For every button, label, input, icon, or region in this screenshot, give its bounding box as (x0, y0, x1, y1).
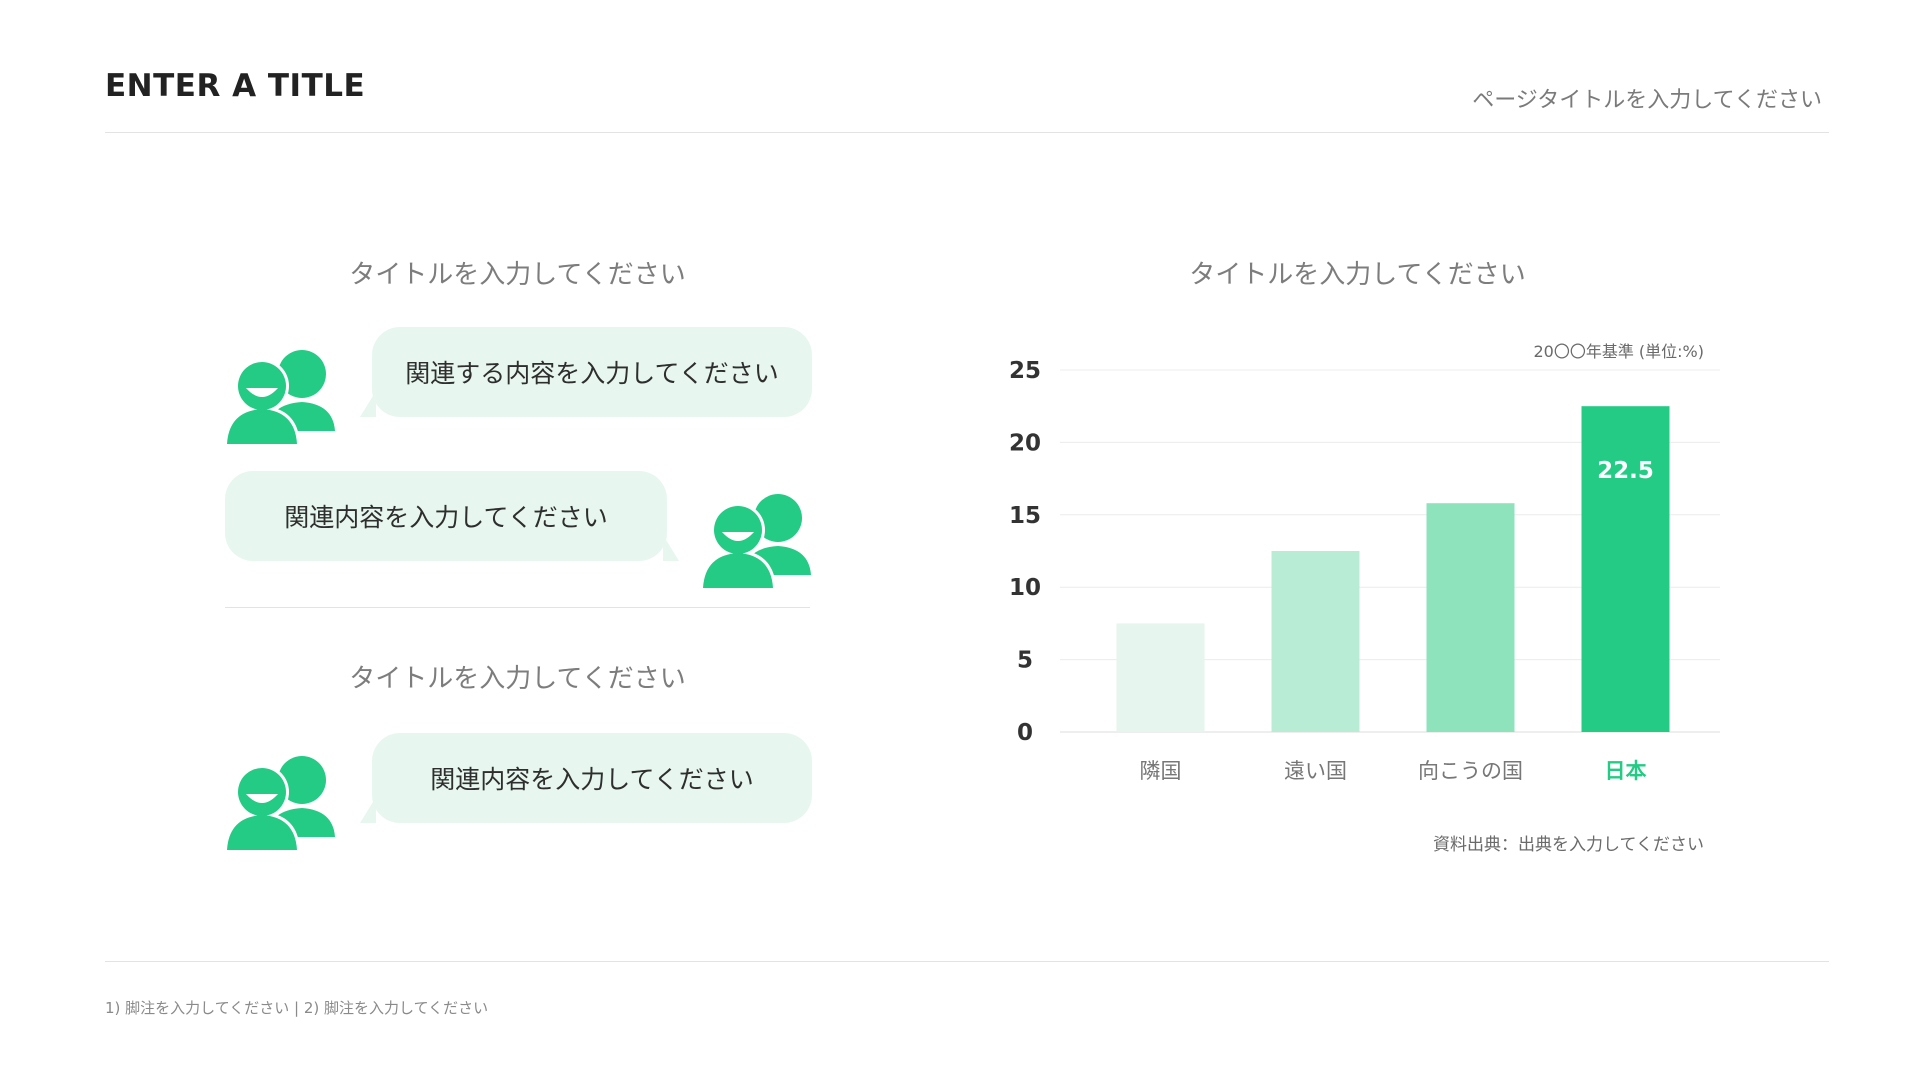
y-tick-label: 20 (1009, 430, 1041, 456)
page-subtitle: ページタイトルを入力してください (1472, 88, 1822, 113)
section-title-message: タイトルを入力してください (349, 664, 686, 694)
x-tick-label: 向こうの国 (1418, 759, 1523, 783)
chart-title: タイトルを入力してください (1189, 260, 1526, 290)
bar (1426, 503, 1515, 732)
y-tick-label: 25 (1009, 358, 1041, 384)
x-tick-label: 日本 (1605, 759, 1647, 783)
message-bubble: 関連内容を入力してください (360, 733, 812, 823)
footnote: 1) 脚注を入力してください | 2) 脚注を入力してください (105, 999, 489, 1017)
y-tick-label: 15 (1009, 503, 1041, 529)
section-title-conversation: タイトルを入力してください (349, 260, 686, 290)
message-bubble: 関連する内容を入力してください (360, 327, 812, 417)
x-tick-label: 隣国 (1140, 759, 1182, 783)
y-tick-label: 10 (1009, 575, 1041, 601)
y-tick-label: 0 (1017, 720, 1033, 746)
bar (1581, 406, 1670, 732)
x-tick-label: 遠い国 (1284, 759, 1347, 783)
people-icon (700, 494, 811, 588)
header-divider (105, 132, 1829, 133)
data-label: 22.5 (1597, 458, 1654, 484)
people-icon (224, 756, 335, 850)
people-icon (224, 350, 335, 444)
page-title: ENTER A TITLE (105, 68, 366, 104)
message-bubble: 関連内容を入力してください (225, 471, 679, 561)
footer-divider (105, 961, 1829, 962)
bar-chart: 0 5 10 15 20 25 隣国 遠い国 向こうの国 日本 22.5 (1009, 358, 1720, 783)
bar (1116, 623, 1205, 732)
bar (1271, 551, 1360, 732)
section-divider (225, 607, 810, 608)
y-tick-label: 5 (1017, 648, 1033, 674)
chart-source: 資料出典：出典を入力してください (1433, 835, 1704, 855)
